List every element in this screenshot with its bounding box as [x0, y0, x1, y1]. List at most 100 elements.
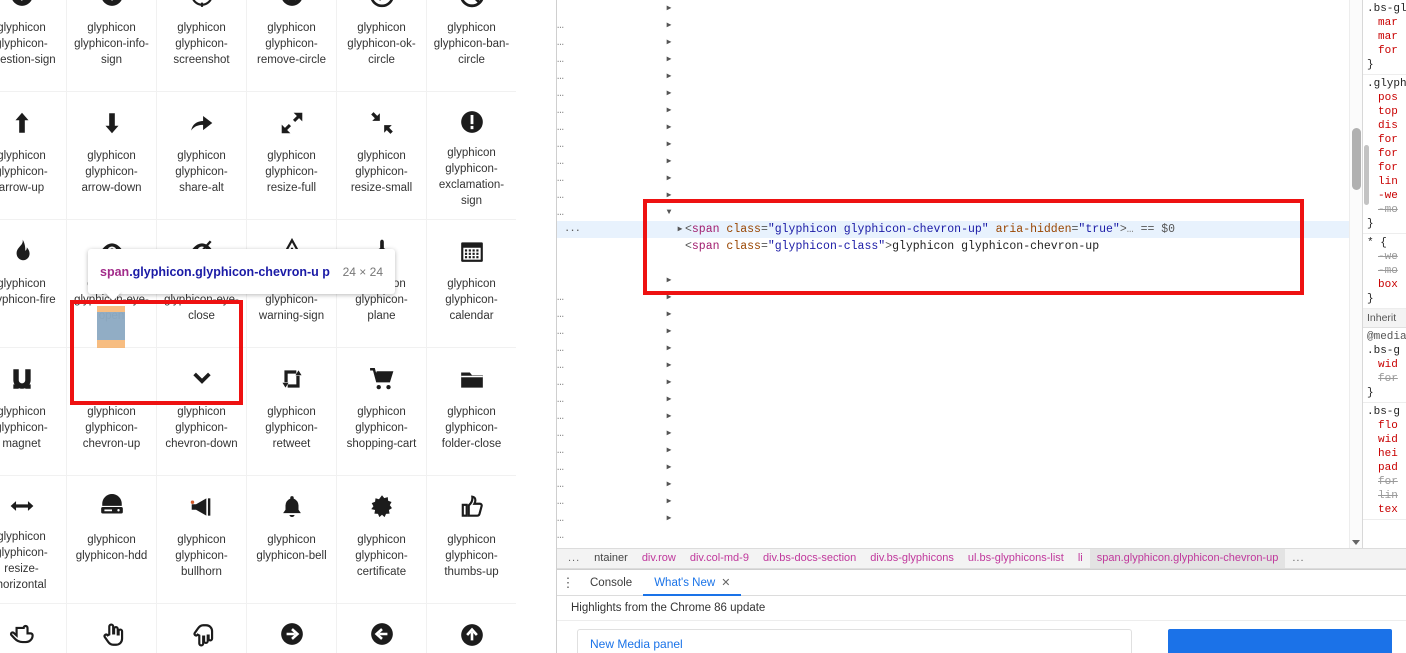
dom-node-row[interactable]: ▶… [557, 493, 1362, 525]
glyph-cell[interactable]: glyphicon glyphicon-hdd [67, 476, 157, 604]
css-declaration[interactable]: for [1367, 475, 1406, 489]
dom-node-row[interactable]: ▶… [557, 442, 1362, 474]
css-declaration[interactable]: for [1367, 133, 1406, 147]
expand-triangle-icon[interactable]: ▶ [664, 510, 674, 527]
css-declaration[interactable]: top [1367, 105, 1406, 119]
dom-node-row[interactable]: ▶… [557, 136, 1362, 168]
glyph-cell[interactable]: glyphicon glyphicon-circle-arrow-left [337, 604, 427, 653]
css-declaration[interactable]: dis [1367, 119, 1406, 133]
breadcrumb-item[interactable]: ntainer [587, 549, 635, 568]
css-declaration[interactable]: -mo [1367, 264, 1406, 278]
glyph-cell[interactable]: glyphicon glyphicon-retweet [247, 348, 337, 476]
glyph-cell[interactable]: glyphicon glyphicon-resize-small [337, 92, 427, 220]
elements-tree-scroll[interactable]: ▶…▶…▶…▶…▶…▶…▶…▶…▶…▶…▶…▶…▼▶<span class="g… [557, 0, 1362, 548]
glyph-cell[interactable]: glyphicon glyphicon-thumbs-up [427, 476, 516, 604]
css-declaration[interactable]: pos [1367, 91, 1406, 105]
css-declaration[interactable]: hei [1367, 447, 1406, 461]
expand-triangle-icon[interactable]: ▶ [664, 459, 674, 476]
breadcrumb-overflow-right[interactable]: ... [1285, 549, 1311, 568]
dom-node-row-child-span[interactable]: <span class="glyphicon-class">glyphicon … [557, 238, 1362, 255]
breadcrumb-item[interactable]: div.bs-docs-section [756, 549, 863, 568]
glyph-cell[interactable]: glyphicon glyphicon-hand-down [157, 604, 247, 653]
expand-triangle-icon[interactable]: ▶ [664, 374, 674, 391]
glyph-cell[interactable]: glyphicon glyphicon-resize-full [247, 92, 337, 220]
dom-node-row[interactable]: ▶… [557, 170, 1362, 202]
expand-triangle-icon[interactable]: ▶ [664, 51, 674, 68]
glyph-cell[interactable]: glyphicon glyphicon-exclamation-sign [427, 92, 516, 220]
expand-triangle-icon[interactable]: ▶ [664, 493, 674, 510]
css-declaration[interactable]: pad [1367, 461, 1406, 475]
dom-node-row[interactable]: ▶… [557, 289, 1362, 321]
expand-triangle-icon[interactable]: ▶ [664, 187, 674, 204]
css-declaration[interactable]: box [1367, 278, 1406, 292]
expand-triangle-icon[interactable]: ▶ [664, 289, 674, 306]
dom-node-row[interactable]: ▶… [557, 34, 1362, 66]
dom-node-row[interactable]: ▶… [557, 68, 1362, 100]
dom-node-row[interactable]: ▶… [557, 425, 1362, 457]
glyph-cell[interactable]: ? glyphicon glyphicon-question-sign [0, 0, 67, 92]
css-declaration[interactable]: wid [1367, 433, 1406, 447]
dom-node-row[interactable]: ▶… [557, 51, 1362, 83]
css-declaration[interactable]: -mo [1367, 203, 1406, 217]
dom-node-row-li-close[interactable] [557, 255, 1362, 272]
glyph-cell[interactable]: glyphicon glyphicon-chevron-down [157, 348, 247, 476]
dom-node-row[interactable]: ▶… [557, 408, 1362, 440]
css-declaration[interactable]: for [1367, 44, 1406, 58]
css-declaration[interactable]: flo [1367, 419, 1406, 433]
drawer-more-icon[interactable]: ⋮ [557, 576, 579, 589]
glyph-cell[interactable]: glyphicon glyphicon-chevron-up [67, 348, 157, 476]
whats-new-card[interactable]: New Media panel [577, 629, 1132, 653]
css-declaration[interactable]: for [1367, 147, 1406, 161]
dom-node-row[interactable]: ▶… [557, 357, 1362, 389]
scrollbar-thumb[interactable] [1352, 128, 1361, 190]
dom-node-row[interactable]: ▶… [557, 119, 1362, 151]
glyph-cell[interactable]: glyphicon glyphicon-hand-left [0, 604, 67, 653]
dom-node-row[interactable]: ▶… [557, 391, 1362, 423]
css-declaration[interactable]: mar [1367, 30, 1406, 44]
breadcrumb-item[interactable]: div.col-md-9 [683, 549, 756, 568]
breadcrumb-item[interactable]: div.row [635, 549, 683, 568]
breadcrumb-item[interactable]: span.glyphicon.glyphicon-chevron-up [1089, 549, 1286, 568]
expand-triangle-icon[interactable]: ▶ [664, 425, 674, 442]
dom-node-row[interactable]: ▶… [557, 510, 1362, 542]
glyph-cell[interactable]: glyphicon glyphicon-screenshot [157, 0, 247, 92]
expand-triangle-icon[interactable]: ▶ [664, 442, 674, 459]
styles-scrollbar[interactable] [1363, 0, 1370, 548]
expand-triangle-icon[interactable]: ▶ [664, 391, 674, 408]
css-declaration[interactable]: lin [1367, 489, 1406, 503]
glyph-cell[interactable]: glyphicon glyphicon-fire [0, 220, 67, 348]
expand-triangle-icon[interactable]: ▶ [664, 0, 674, 17]
expand-triangle-icon[interactable]: ▶ [664, 102, 674, 119]
css-declaration[interactable]: wid [1367, 358, 1406, 372]
expand-triangle-icon[interactable]: ▶ [664, 85, 674, 102]
dom-node-row[interactable]: ▶… [557, 187, 1362, 219]
css-declaration[interactable]: for [1367, 372, 1406, 386]
glyph-cell[interactable]: glyphicon glyphicon-ban-circle [427, 0, 516, 92]
elements-tree-scrollbar[interactable] [1349, 0, 1362, 548]
breadcrumb-item[interactable]: ul.bs-glyphicons-list [961, 549, 1071, 568]
expand-triangle-icon[interactable]: ▶ [664, 476, 674, 493]
dom-node-row[interactable]: ▶… [557, 0, 1362, 32]
css-declaration[interactable]: mar [1367, 16, 1406, 30]
expand-triangle-icon[interactable]: ▶ [664, 323, 674, 340]
dom-breadcrumb[interactable]: ... ntainer div.row div.col-md-9 div.bs-docs… [557, 548, 1406, 569]
scrollbar-down-arrow-icon[interactable] [1352, 540, 1360, 545]
glyph-cell[interactable]: glyphicon glyphicon-remove-circle [247, 0, 337, 92]
drawer-tab-what-s-new[interactable]: What's New ✕ [643, 570, 742, 596]
expand-triangle-icon[interactable]: ▶ [664, 119, 674, 136]
glyph-cell[interactable]: glyphicon glyphicon-share-alt [157, 92, 247, 220]
expand-triangle-icon[interactable]: ▶ [664, 153, 674, 170]
dom-node-row[interactable]: ▶… [557, 459, 1362, 491]
drawer-tab-console[interactable]: Console [579, 570, 643, 596]
glyph-cell[interactable]: glyphicon glyphicon-arrow-down [67, 92, 157, 220]
elements-tree-pane[interactable]: ▶…▶…▶…▶…▶…▶…▶…▶…▶…▶…▶…▶…▼▶<span class="g… [557, 0, 1362, 548]
breadcrumb-item[interactable]: li [1071, 549, 1090, 568]
drawer-tab-close-icon[interactable]: ✕ [721, 577, 730, 589]
glyph-cell[interactable]: glyphicon glyphicon-shopping-cart [337, 348, 427, 476]
glyph-cell[interactable]: i glyphicon glyphicon-info-sign [67, 0, 157, 92]
expand-triangle-icon[interactable]: ▶ [664, 408, 674, 425]
expand-triangle-icon[interactable]: ▶ [664, 34, 674, 51]
glyph-cell[interactable]: glyphicon glyphicon-bell [247, 476, 337, 604]
css-declaration[interactable]: -we [1367, 250, 1406, 264]
glyph-cell[interactable]: glyphicon glyphicon-bullhorn [157, 476, 247, 604]
